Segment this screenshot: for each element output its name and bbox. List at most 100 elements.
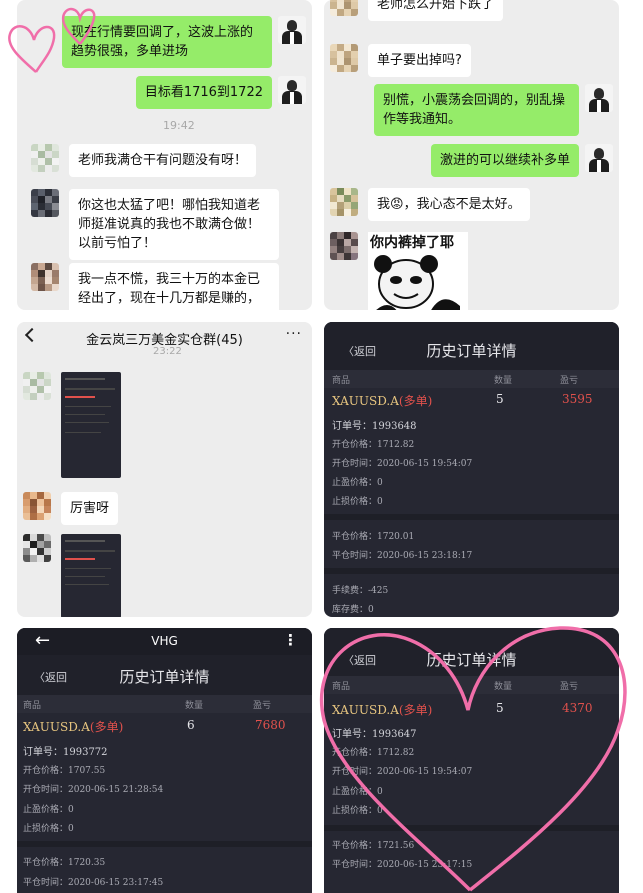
meme-sticker[interactable]: 你内裤掉了耶 xyxy=(368,232,468,310)
avatar[interactable] xyxy=(330,0,358,16)
col-product: 商品 xyxy=(332,376,351,386)
angry-emoji-icon: 😡 xyxy=(390,197,404,212)
chat-panel-1: 现在行情要回调了，这波上涨的趋势很强，多单进场 目标看1716到1722 19:… xyxy=(17,0,312,310)
col-product: 商品 xyxy=(23,701,42,711)
timestamp: 23:22 xyxy=(153,346,182,357)
message-text: 我一点不慌，我三十万的本金已经出了，现在十几万都是赚的， xyxy=(78,272,261,306)
message-left: 厉害呀 xyxy=(23,492,119,525)
order-number: 订单号：1993772 xyxy=(23,747,108,758)
message-left: 单子要出掉吗? xyxy=(330,44,471,77)
col-pnl: 盈亏 xyxy=(560,682,579,692)
page-title: 历史订单详情 xyxy=(119,668,210,686)
open-time: 开仓时间：2020-06-15 19:54:07 xyxy=(332,767,473,777)
page-title: 历史订单详情 xyxy=(426,342,517,360)
message-bubble[interactable]: 激进的可以继续补多单 xyxy=(430,144,579,177)
close-price: 平仓价格：1720.01 xyxy=(332,532,415,542)
stop-loss: 止损价格：0 xyxy=(23,824,74,834)
image-message xyxy=(23,372,121,478)
message-text: ，我心态不是太好。 xyxy=(403,197,521,212)
message-bubble[interactable]: 你这也太猛了吧！哪怕我知道老师挺准说真的我也不敢满仓做！以前亏怕了！ xyxy=(69,189,279,260)
message-bubble[interactable]: 目标看1716到1722 xyxy=(135,76,272,109)
vertical-dots-icon[interactable]: ⋮ xyxy=(283,631,298,649)
message-left: 我一点不慌，我三十万的本金已经出了，现在十几万都是赚的，😆 xyxy=(31,263,279,310)
avatar[interactable] xyxy=(31,144,59,172)
order-header: 〈返回 历史订单详情 xyxy=(324,628,619,676)
avatar[interactable] xyxy=(585,84,613,112)
message-left: 我😡，我心态不是太好。 xyxy=(330,188,530,221)
column-headers: 商品 数量 盈亏 xyxy=(324,370,619,388)
divider xyxy=(324,568,619,574)
message-bubble[interactable]: 老师怎么开始下跌了 xyxy=(368,0,504,21)
group-chat-panel: 金云岚三万美金实仓群(45) ··· 23:22 厉害呀 xyxy=(17,322,312,617)
profit: 3595 xyxy=(562,392,593,406)
symbol: XAUUSD.A(多单) xyxy=(332,394,433,408)
close-price: 平仓价格：1720.35 xyxy=(23,858,106,868)
avatar[interactable] xyxy=(31,263,59,291)
message-bubble[interactable]: 我一点不慌，我三十万的本金已经出了，现在十几万都是赚的，😆 xyxy=(69,263,279,310)
column-headers: 商品 数量 盈亏 xyxy=(324,676,619,694)
divider xyxy=(324,514,619,520)
panda-meme-icon xyxy=(374,255,460,310)
close-price: 平仓价格：1721.56 xyxy=(332,841,415,851)
message-bubble[interactable]: 单子要出掉吗? xyxy=(368,44,471,77)
message-bubble[interactable]: 我😡，我心态不是太好。 xyxy=(368,188,530,221)
stop-loss: 止损价格：0 xyxy=(332,806,383,816)
message-bubble[interactable]: 别慌，小震荡会回调的，别乱操作等我通知。 xyxy=(374,84,579,136)
close-time: 平仓时间：2020-06-15 23:17:15 xyxy=(332,860,473,870)
message-right: 现在行情要回调了，这波上涨的趋势很强，多单进场 xyxy=(62,16,306,68)
message-left: 老师怎么开始下跌了 xyxy=(330,0,504,21)
message-right: 激进的可以继续补多单 xyxy=(430,144,613,177)
order-detail-panel-1: 〈返回 历史订单详情 商品 数量 盈亏 XAUUSD.A(多单) 5 3595 … xyxy=(324,322,619,617)
avatar[interactable] xyxy=(278,16,306,44)
stop-loss: 止损价格：0 xyxy=(332,497,383,507)
sticker-caption: 你内裤掉了耶 xyxy=(370,235,454,251)
close-time: 平仓时间：2020-06-15 23:17:45 xyxy=(23,878,164,888)
take-profit: 止盈价格：0 xyxy=(332,478,383,488)
profit: 7680 xyxy=(255,718,286,732)
ellipsis-icon[interactable]: ··· xyxy=(286,326,302,342)
col-product: 商品 xyxy=(332,682,351,692)
message-left: 老师我满仓干有问题没有呀！ xyxy=(31,144,257,177)
fee: 手续费：-425 xyxy=(332,586,389,596)
take-profit: 止盈价格：0 xyxy=(23,805,74,815)
avatar[interactable] xyxy=(31,189,59,217)
profit: 4370 xyxy=(562,701,593,715)
column-headers: 商品 数量 盈亏 xyxy=(17,695,312,713)
message-bubble[interactable]: 现在行情要回调了，这波上涨的趋势很强，多单进场 xyxy=(62,16,272,68)
avatar[interactable] xyxy=(23,372,51,400)
message-right: 别慌，小震荡会回调的，别乱操作等我通知。 xyxy=(374,84,613,136)
open-time: 开仓时间：2020-06-15 21:28:54 xyxy=(23,785,164,795)
divider xyxy=(324,825,619,831)
symbol: XAUUSD.A(多单) xyxy=(23,720,124,734)
avatar[interactable] xyxy=(330,44,358,72)
message-text: 我 xyxy=(377,197,391,212)
avatar[interactable] xyxy=(585,144,613,172)
order-header: 〈返回 历史订单详情 xyxy=(324,322,619,372)
message-bubble[interactable]: 厉害呀 xyxy=(61,492,119,525)
col-qty: 数量 xyxy=(494,682,513,692)
col-pnl: 盈亏 xyxy=(253,701,272,711)
message-left: 你内裤掉了耶 xyxy=(330,232,468,310)
close-time: 平仓时间：2020-06-15 23:18:17 xyxy=(332,551,473,561)
screenshot-thumbnail[interactable] xyxy=(61,534,121,617)
avatar[interactable] xyxy=(330,232,358,260)
message-bubble[interactable]: 老师我满仓干有问题没有呀！ xyxy=(69,144,257,177)
col-qty: 数量 xyxy=(494,376,513,386)
quantity: 6 xyxy=(187,718,195,732)
avatar[interactable] xyxy=(23,492,51,520)
chat-panel-2: 老师怎么开始下跌了 单子要出掉吗? 别慌，小震荡会回调的，别乱操作等我通知。 激… xyxy=(324,0,619,310)
screenshot-thumbnail[interactable] xyxy=(61,372,121,478)
order-detail-panel-2: ← VHG ⋮ 〈返回 历史订单详情 商品 数量 盈亏 XAUUSD.A(多单)… xyxy=(17,628,312,893)
swap: 库存费：0 xyxy=(332,605,374,615)
avatar[interactable] xyxy=(278,76,306,104)
image-message xyxy=(23,534,121,617)
avatar[interactable] xyxy=(330,188,358,216)
divider xyxy=(17,841,312,847)
app-title: VHG xyxy=(151,634,178,648)
app-bar: ← VHG ⋮ xyxy=(17,628,312,655)
col-qty: 数量 xyxy=(185,701,204,711)
avatar[interactable] xyxy=(23,534,51,562)
order-number: 订单号：1993647 xyxy=(332,729,417,740)
order-number: 订单号：1993648 xyxy=(332,421,417,432)
col-pnl: 盈亏 xyxy=(560,376,579,386)
